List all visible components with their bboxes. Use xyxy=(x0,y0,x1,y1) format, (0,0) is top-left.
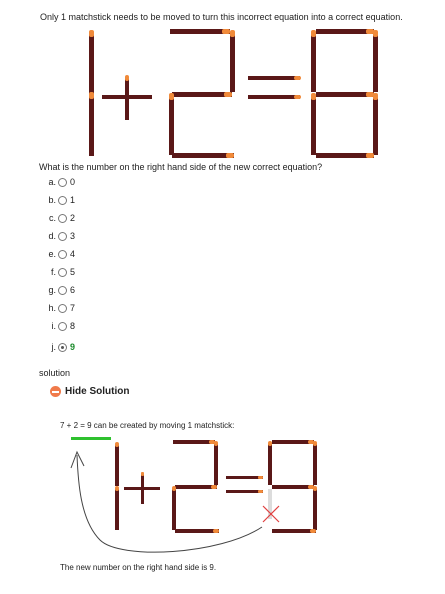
matchstick xyxy=(172,489,176,530)
matchstick xyxy=(115,444,119,486)
matchstick xyxy=(272,440,314,444)
matchstick-head xyxy=(268,441,272,446)
matchstick xyxy=(313,489,317,530)
solution-diagram xyxy=(70,437,317,553)
matchstick xyxy=(175,529,219,533)
matchstick-head xyxy=(258,490,263,493)
matchstick xyxy=(272,485,314,489)
matchstick-head xyxy=(211,485,217,489)
matchstick-head xyxy=(258,476,263,479)
matchstick xyxy=(214,444,218,485)
matchstick xyxy=(226,490,263,493)
curved-arrow-icon xyxy=(70,450,263,553)
matchstick-head xyxy=(172,486,176,491)
moved-matchstick xyxy=(71,437,111,440)
matchstick-head xyxy=(313,486,317,491)
matchstick xyxy=(268,444,272,485)
matchstick-head xyxy=(213,529,219,533)
matchstick xyxy=(313,444,317,485)
matchstick xyxy=(141,474,144,504)
matchstick-head xyxy=(310,529,316,533)
matchstick-head xyxy=(214,441,218,446)
matchstick xyxy=(115,488,119,530)
matchstick xyxy=(175,485,217,489)
matchstick xyxy=(173,440,215,444)
matchstick xyxy=(272,529,316,533)
matchstick-head xyxy=(115,486,119,491)
matchstick-head xyxy=(141,472,144,476)
matchstick xyxy=(226,476,263,479)
matchstick-head xyxy=(313,441,317,446)
matchstick-head xyxy=(115,442,119,447)
solution-result: The new number on the right hand side is… xyxy=(60,563,217,572)
